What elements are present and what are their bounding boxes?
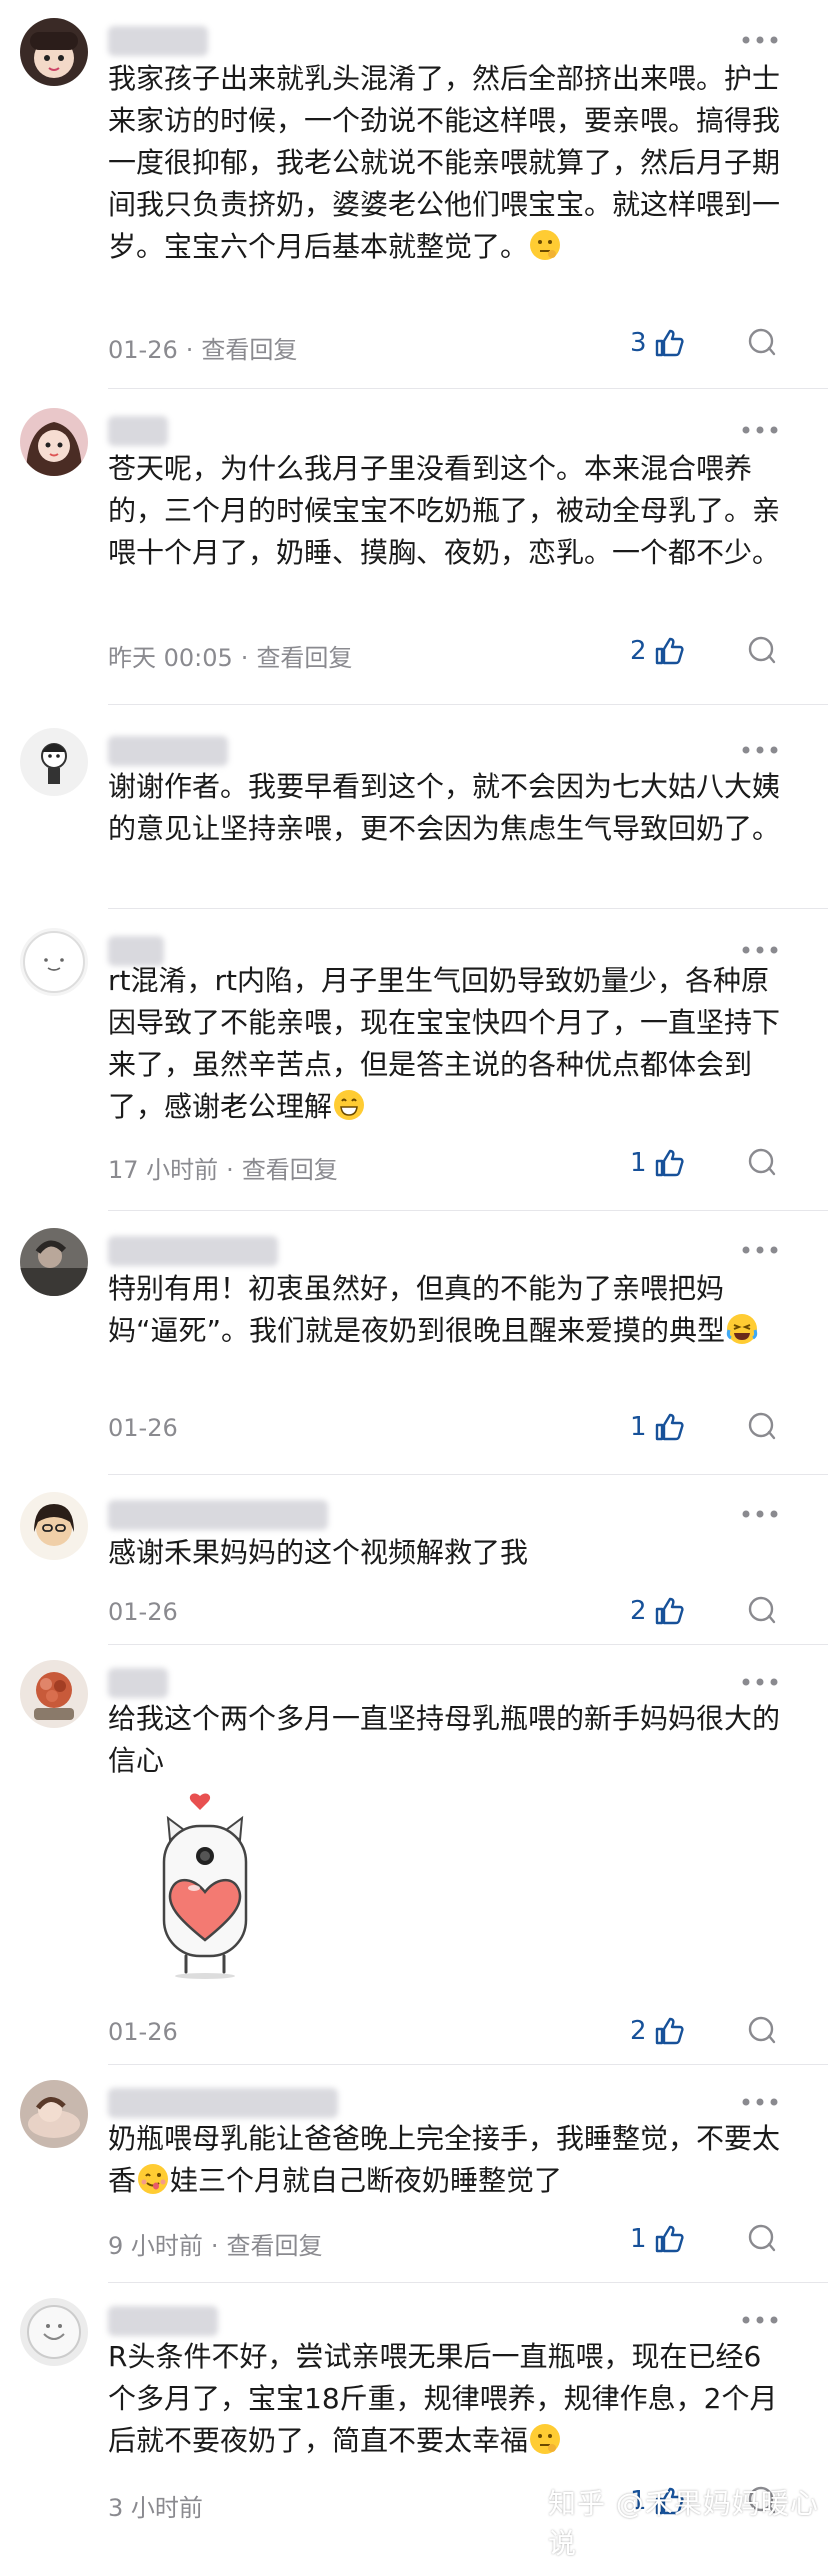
comment-divider (108, 1644, 828, 1645)
timestamp: 01-26 (108, 336, 178, 364)
username-blurred[interactable] (108, 736, 228, 766)
comment-divider (108, 908, 828, 909)
comment-meta: 9 小时前 · 查看回复 (108, 2232, 323, 2260)
more-options-icon[interactable] (738, 940, 782, 960)
thumbs-up-icon (655, 1597, 684, 1625)
thinking-emoji-icon (528, 228, 562, 262)
more-options-icon[interactable] (738, 2092, 782, 2112)
view-replies-link[interactable]: 查看回复 (227, 2232, 323, 2260)
avatar[interactable] (20, 728, 88, 796)
like-button[interactable]: 1 (630, 2219, 685, 2259)
comment-divider (108, 704, 828, 705)
comment-divider (108, 1474, 828, 1475)
username-blurred[interactable] (108, 2306, 218, 2336)
comment-divider (108, 388, 828, 389)
thumbs-up-icon (655, 2225, 684, 2253)
comment-text: 奶瓶喂母乳能让爸爸晚上完全接手，我睡整觉，不要太香 娃三个月就自己断夜奶睡整觉了 (108, 2122, 781, 2197)
more-options-icon[interactable] (738, 1240, 782, 1260)
username-blurred[interactable] (108, 2088, 338, 2118)
username-blurred[interactable] (108, 1668, 168, 1698)
more-options-icon[interactable] (738, 740, 782, 760)
thumbs-up-icon (655, 1413, 684, 1441)
avatar[interactable] (20, 1228, 88, 1296)
comment-divider (108, 1210, 828, 1211)
avatar[interactable] (20, 928, 88, 996)
comment-text: 谢谢作者。我要早看到这个，就不会因为七大姑八大姨的意见让坚持亲喂，更不会因为焦虑… (108, 770, 781, 845)
comment-meta: 昨天 00:05 · 查看回复 (108, 644, 353, 672)
avatar[interactable] (20, 2298, 88, 2366)
yum-emoji-icon (136, 2162, 170, 2196)
comment-bubble-icon[interactable] (746, 326, 778, 358)
avatar[interactable] (20, 18, 88, 86)
username-blurred[interactable] (108, 1236, 278, 1266)
like-button[interactable]: 1 (630, 1143, 685, 1183)
comment-text: 苍天呢，为什么我月子里没看到这个。本来混合喂养的，三个月的时候宝宝不吃奶瓶了，被… (108, 452, 781, 569)
avatar[interactable] (20, 408, 88, 476)
crying-laughing-emoji-icon (725, 1312, 759, 1346)
thumbs-up-icon (655, 637, 684, 665)
comment-meta: 01-26 (108, 2018, 178, 2046)
timestamp: 9 小时前 (108, 2232, 203, 2260)
comment-meta: 01-26 (108, 1598, 178, 1626)
view-replies-link[interactable]: 查看回复 (242, 1156, 338, 1184)
comment-bubble-icon[interactable] (746, 1410, 778, 1442)
thumbs-up-icon (655, 2017, 684, 2045)
timestamp: 01-26 (108, 1414, 178, 1442)
comment-divider (108, 2064, 828, 2065)
zhihu-watermark: 知乎 @禾果妈妈暖心说 (548, 2487, 819, 2560)
comment-text: 特别有用！初衷虽然好，但真的不能为了亲喂把妈妈“逼死”。我们就是夜奶到很晚且醒来… (108, 1268, 788, 1352)
like-count: 2 (630, 636, 647, 666)
like-count: 2 (630, 2016, 647, 2046)
timestamp: 17 小时前 (108, 1156, 219, 1184)
like-count: 3 (630, 328, 647, 358)
comment-meta: 17 小时前 · 查看回复 (108, 1156, 338, 1184)
thinking-emoji-icon (528, 2422, 562, 2456)
like-count: 1 (630, 1148, 647, 1178)
timestamp: 01-26 (108, 2018, 178, 2046)
like-count: 2 (630, 1596, 647, 1626)
like-count: 1 (630, 2224, 647, 2254)
comment-divider (108, 2282, 828, 2283)
username-blurred[interactable] (108, 1500, 328, 1530)
like-button[interactable]: 2 (630, 2011, 685, 2051)
timestamp: 3 小时前 (108, 2494, 203, 2522)
comment-bubble-icon[interactable] (746, 1594, 778, 1626)
like-button[interactable]: 2 (630, 631, 685, 671)
more-options-icon[interactable] (738, 420, 782, 440)
more-options-icon[interactable] (738, 1504, 782, 1524)
thumbs-up-icon (655, 1149, 684, 1177)
timestamp: 01-26 (108, 1598, 178, 1626)
comment-bubble-icon[interactable] (746, 634, 778, 666)
avatar[interactable] (20, 1492, 88, 1560)
comment-text: rt混淆，rt内陷，月子里生气回奶导致奶量少，各种原因导致了不能亲喂，现在宝宝快… (108, 964, 781, 1123)
comment-bubble-icon[interactable] (746, 1146, 778, 1178)
like-button[interactable]: 2 (630, 1591, 685, 1631)
view-replies-link[interactable]: 查看回复 (256, 644, 352, 672)
comment-bubble-icon[interactable] (746, 2222, 778, 2254)
comment-text: 我家孩子出来就乳头混淆了，然后全部挤出来喂。护士来家访的时候，一个劲说不能这样喂… (108, 62, 781, 263)
thumbs-up-icon (655, 329, 684, 357)
username-blurred[interactable] (108, 416, 168, 446)
comment-meta: 01-26 · 查看回复 (108, 336, 298, 364)
heart-cat-sticker[interactable] (150, 1790, 260, 1984)
username-blurred[interactable] (108, 26, 208, 56)
like-button[interactable]: 3 (630, 323, 685, 363)
avatar[interactable] (20, 1660, 88, 1728)
comment-text: 感谢禾果妈妈的这个视频解救了我 (108, 1536, 529, 1569)
like-count: 1 (630, 1412, 647, 1442)
comment-bubble-icon[interactable] (746, 2014, 778, 2046)
grinning-emoji-icon (332, 1088, 366, 1122)
comment-text: R头条件不好，尝试亲喂无果后一直瓶喂，现在已经6个多月了，宝宝18斤重，规律喂养… (108, 2340, 778, 2457)
like-button[interactable]: 1 (630, 1407, 685, 1447)
more-options-icon[interactable] (738, 30, 782, 50)
avatar[interactable] (20, 2080, 88, 2148)
view-replies-link[interactable]: 查看回复 (201, 336, 297, 364)
comment-text: 给我这个两个多月一直坚持母乳瓶喂的新手妈妈很大的信心 (108, 1702, 781, 1777)
comment-meta: 01-26 (108, 1414, 178, 1442)
timestamp: 昨天 00:05 (108, 644, 233, 672)
more-options-icon[interactable] (738, 1672, 782, 1692)
comment-meta: 3 小时前 (108, 2488, 203, 2523)
more-options-icon[interactable] (738, 2310, 782, 2330)
